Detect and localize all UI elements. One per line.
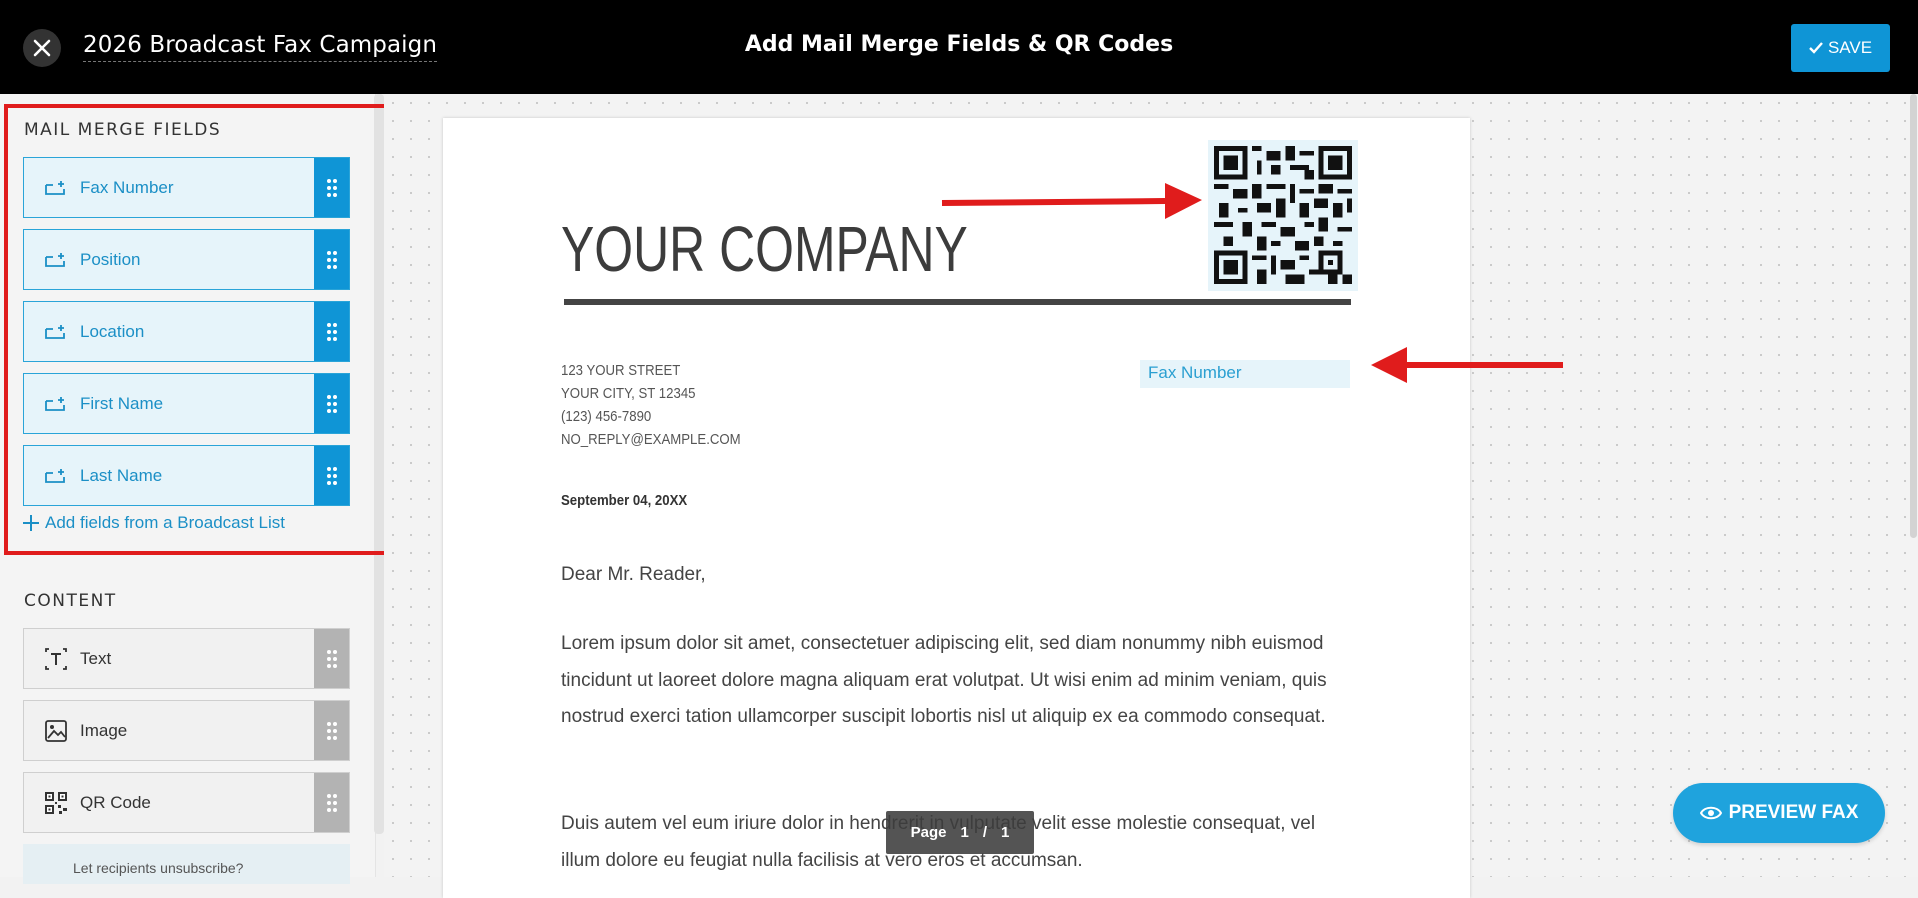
qr-code-block[interactable] (1208, 140, 1358, 291)
eye-icon (1699, 806, 1722, 820)
unsubscribe-option[interactable]: Let recipients unsubscribe? (23, 844, 350, 884)
drag-handle[interactable] (314, 701, 349, 760)
drag-handle-icon (326, 250, 337, 269)
address-line[interactable]: (123) 456-7890 (561, 408, 651, 425)
drag-handle[interactable] (314, 374, 349, 433)
text-icon (45, 647, 67, 670)
image-icon (45, 719, 67, 742)
fax-number-merge-field[interactable]: Fax Number (1140, 360, 1350, 388)
content-item-text[interactable]: Text (23, 628, 350, 689)
merge-field-label: Fax Number (80, 177, 174, 197)
merge-field-label: Last Name (80, 465, 163, 485)
add-fields-link[interactable]: Add fields from a Broadcast List (22, 513, 285, 533)
preview-fax-button[interactable]: PREVIEW FAX (1673, 783, 1885, 843)
drag-handle-icon (326, 322, 337, 341)
page-label: Page (910, 824, 947, 841)
page-separator: / (982, 824, 988, 841)
add-fields-label: Add fields from a Broadcast List (45, 513, 286, 532)
content-item-qr-code[interactable]: QR Code (23, 772, 350, 833)
drag-handle[interactable] (314, 773, 349, 832)
drag-handle[interactable] (314, 302, 349, 361)
content-section-title: CONTENT (24, 591, 117, 611)
drag-handle-icon (326, 649, 337, 668)
page-indicator: Page 1 / 1 (886, 811, 1034, 854)
merge-field-icon (45, 396, 65, 411)
drag-handle-icon (326, 178, 337, 197)
content-item-image[interactable]: Image (23, 700, 350, 761)
merge-field-first-name[interactable]: First Name (23, 373, 350, 434)
current-page: 1 (960, 824, 969, 841)
drag-handle-icon (326, 394, 337, 413)
merge-field-icon (45, 180, 65, 195)
merge-field-fax-number[interactable]: Fax Number (23, 157, 350, 218)
unsubscribe-label: Let recipients unsubscribe? (73, 860, 244, 876)
drag-handle[interactable] (314, 629, 349, 688)
content-item-label: Image (80, 720, 128, 740)
mail-merge-section-title: MAIL MERGE FIELDS (24, 120, 222, 140)
top-bar: 2026 Broadcast Fax Campaign Add Mail Mer… (0, 0, 1918, 94)
qr-code-icon (45, 791, 67, 814)
total-pages: 1 (1001, 824, 1010, 841)
save-label: SAVE (1827, 38, 1873, 57)
drag-handle[interactable] (314, 158, 349, 217)
address-line[interactable]: NO_REPLY@EXAMPLE.COM (561, 431, 741, 448)
drag-handle-icon (326, 466, 337, 485)
drag-handle[interactable] (314, 230, 349, 289)
qr-code-icon (1214, 146, 1352, 284)
merge-field-icon (45, 468, 65, 483)
content-item-label: QR Code (80, 792, 151, 812)
sidebar-scrollbar[interactable] (374, 94, 384, 834)
content-item-label: Text (80, 648, 112, 668)
merge-field-location[interactable]: Location (23, 301, 350, 362)
merge-field-label: Location (80, 321, 145, 341)
canvas-scrollbar[interactable] (1910, 94, 1917, 538)
save-button[interactable]: SAVE (1791, 24, 1890, 72)
body-paragraph[interactable]: Lorem ipsum dolor sit amet, consectetuer… (561, 626, 1351, 736)
company-heading[interactable]: YOUR COMPANY (561, 212, 968, 286)
merge-field-label: First Name (80, 393, 164, 413)
address-line[interactable]: 123 YOUR STREET (561, 362, 680, 379)
drag-handle-icon (326, 721, 337, 740)
letter-date[interactable]: September 04, 20XX (561, 492, 687, 509)
merge-field-icon (45, 252, 65, 267)
drag-handle-icon (326, 793, 337, 812)
preview-fax-label: PREVIEW FAX (1728, 802, 1859, 823)
address-line[interactable]: YOUR CITY, ST 12345 (561, 385, 696, 402)
heading-divider (564, 299, 1351, 305)
check-icon (1809, 42, 1823, 54)
merge-field-position[interactable]: Position (23, 229, 350, 290)
plus-icon (23, 515, 39, 531)
letter-greeting[interactable]: Dear Mr. Reader, (561, 564, 706, 586)
merge-field-icon (45, 324, 65, 339)
drag-handle[interactable] (314, 446, 349, 505)
merge-field-last-name[interactable]: Last Name (23, 445, 350, 506)
merge-field-label: Position (80, 249, 141, 269)
page-heading: Add Mail Merge Fields & QR Codes (744, 32, 1174, 57)
